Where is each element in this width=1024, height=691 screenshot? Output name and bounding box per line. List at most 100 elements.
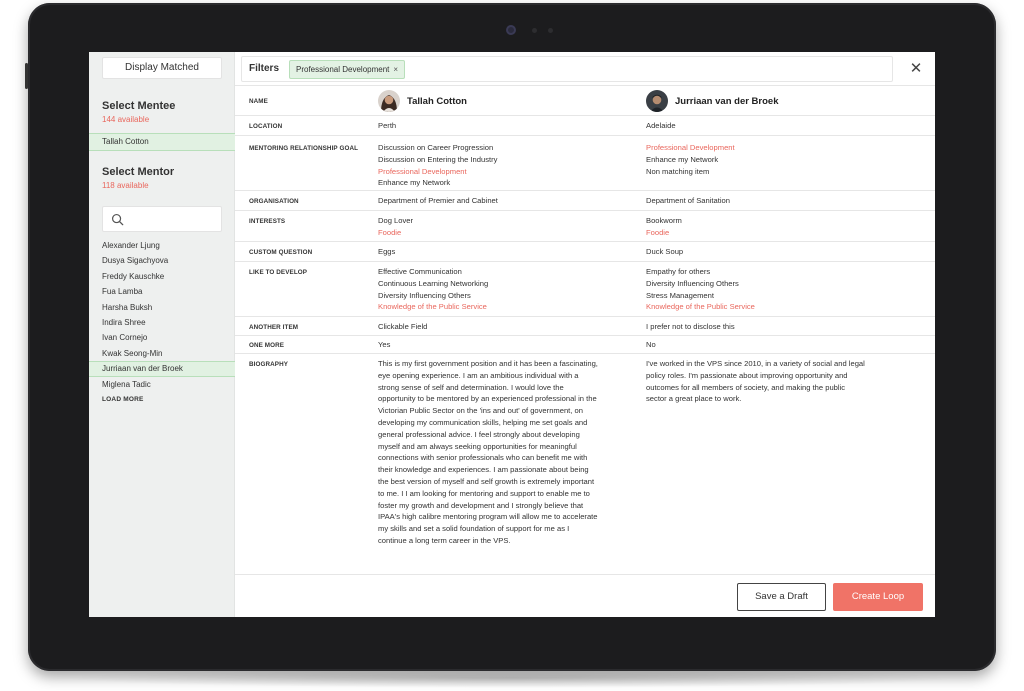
mentor-list-item[interactable]: Jurriaan van der Broek	[89, 361, 235, 377]
mentor-list: Alexander Ljung Dusya Sigachyova Freddy Ka…	[89, 238, 235, 403]
cell-line: Non matching item	[646, 166, 710, 176]
mentor-custom-answer: Duck Soup	[646, 247, 684, 256]
cell-line: Knowledge of the Public Service	[378, 302, 487, 312]
row-label: CUSTOM QUESTION	[249, 249, 313, 256]
cell-line: I've worked in the VPS since 2010, in a …	[646, 359, 865, 368]
row-another-item: ANOTHER ITEM Clickable Field I prefer no…	[235, 317, 935, 336]
mentor-name-cell[interactable]: Jurriaan van der Broek	[646, 90, 779, 112]
avatar	[646, 90, 668, 112]
cell-line: eye opening experience. I am an ambitiou…	[378, 370, 579, 380]
cell-line: Dog Lover	[378, 216, 414, 225]
mentor-name: Jurriaan van der Broek	[675, 95, 779, 107]
mentor-another-item: I prefer not to disclose this	[646, 322, 735, 331]
comparison-table: NAME Tallah Cotton Jurriaan van der Broe…	[235, 86, 935, 574]
cell-line: Foodie	[378, 227, 402, 237]
row-label: INTERESTS	[249, 218, 286, 225]
cell-line: Professional Development	[378, 166, 467, 176]
mentor-list-item[interactable]: Indira Shree	[89, 315, 235, 330]
mentor-one-more: No	[646, 340, 656, 349]
mentor-list-item[interactable]: Ivan Cornejo	[89, 330, 235, 345]
mentee-another-item[interactable]: Clickable Field	[378, 321, 636, 333]
filter-chip-label: Professional Development	[296, 65, 390, 74]
create-loop-button[interactable]: Create Loop	[833, 583, 923, 611]
sensor-dot	[548, 28, 553, 33]
load-more-button[interactable]: LOAD MORE	[89, 396, 235, 403]
action-footer: Save a Draft Create Loop	[235, 574, 935, 617]
mentee-interests: Dog Lover Foodie	[378, 215, 636, 239]
cell-line: general professional advice. I feel stro…	[378, 429, 580, 439]
row-label: BIOGRAPHY	[249, 361, 289, 368]
cell-line: Foodie	[646, 227, 670, 237]
cell-line: Diversity Influencing Others	[646, 278, 739, 288]
filter-bar[interactable]: Filters Professional Development ×	[241, 56, 893, 82]
cell-line: Enhance my Network	[378, 178, 451, 188]
chip-remove-icon[interactable]: ×	[393, 65, 398, 74]
save-draft-button[interactable]: Save a Draft	[737, 583, 826, 611]
row-label: ONE MORE	[249, 342, 285, 349]
tablet-shadow	[60, 668, 960, 688]
row-custom-question: CUSTOM QUESTION Eggs Duck Soup	[235, 242, 935, 262]
mentor-search-input[interactable]	[129, 211, 217, 227]
mentee-name: Tallah Cotton	[407, 95, 467, 107]
row-one-more: ONE MORE Yes No	[235, 336, 935, 354]
camera-icon	[506, 25, 516, 35]
cell-line: Effective Communication	[378, 267, 462, 276]
filters-label: Filters	[249, 63, 280, 74]
row-label: NAME	[249, 98, 268, 105]
filter-chip[interactable]: Professional Development ×	[289, 60, 406, 79]
row-label: MENTORING RELATIONSHIP GOAL	[249, 145, 359, 152]
app-screen: Display Matched Select Mentee 144 availa…	[89, 52, 935, 617]
mentee-available-count: 144 available	[102, 115, 150, 124]
cell-line: Empathy for others	[646, 267, 711, 276]
cell-line: continue a long term career in the VPS.	[378, 535, 511, 545]
close-icon[interactable]: ✕	[907, 60, 925, 78]
cell-line: Discussion on Entering the Industry	[378, 154, 498, 164]
row-label: ANOTHER ITEM	[249, 324, 299, 331]
mentor-biography: I've worked in the VPS since 2010, in a …	[646, 358, 926, 405]
cell-line: Discussion on Career Progression	[378, 143, 494, 152]
mentee-custom-answer: Eggs	[378, 247, 396, 256]
row-label: LIKE TO DEVELOP	[249, 269, 308, 276]
mentee-name-cell[interactable]: Tallah Cotton	[378, 90, 467, 112]
cell-line: strong sense of self and determination. …	[378, 382, 564, 392]
select-mentee-title: Select Mentee	[102, 100, 176, 112]
mentee-one-more: Yes	[378, 340, 391, 349]
cell-line: the best version of myself and self grow…	[378, 476, 595, 486]
display-matched-button[interactable]: Display Matched	[102, 57, 222, 79]
cell-line: outcomes for all members of society, and…	[646, 382, 846, 392]
row-biography: BIOGRAPHY This is my first government po…	[235, 354, 935, 574]
avatar	[378, 90, 400, 112]
row-location: LOCATION Perth Adelaide	[235, 116, 935, 136]
mentor-search-box[interactable]	[102, 206, 222, 232]
mentor-location: Adelaide	[646, 121, 676, 130]
cell-line: Victorian Public Sector on the 'ins and …	[378, 406, 583, 416]
search-icon	[111, 213, 124, 226]
cell-line: Knowledge of the Public Service	[646, 302, 755, 312]
cell-line: Continuous Learning Networking	[378, 278, 489, 288]
volume-button	[25, 63, 28, 89]
mentor-list-item[interactable]: Freddy Kauschke	[89, 269, 235, 284]
cell-line: foster my growth and development and I s…	[378, 500, 584, 510]
mentor-list-item[interactable]: Dusya Sigachyova	[89, 253, 235, 268]
mentor-list-item[interactable]: Kwak Seong-Min	[89, 346, 235, 361]
filter-header: Filters Professional Development × ✕	[235, 52, 935, 86]
row-name: NAME Tallah Cotton Jurriaan van der Broe…	[235, 86, 935, 116]
row-label: LOCATION	[249, 123, 283, 130]
mentor-organisation: Department of Sanitation	[646, 196, 731, 205]
cell-line: to me. I I am looking for mentoring and …	[378, 488, 590, 498]
mentor-list-item[interactable]: Harsha Buksh	[89, 300, 235, 315]
mentor-list-item[interactable]: Fua Lamba	[89, 284, 235, 299]
cell-line: myself and am always seeking opportuniti…	[378, 441, 577, 451]
select-mentor-title: Select Mentor	[102, 166, 175, 178]
mentor-available-count: 118 available	[102, 181, 149, 190]
row-goal: MENTORING RELATIONSHIP GOAL Discussion o…	[235, 136, 935, 191]
sensor-dot	[532, 28, 537, 33]
mentor-list-item[interactable]: Alexander Ljung	[89, 238, 235, 253]
mentor-list-item[interactable]: Miglena Tadic	[89, 377, 235, 392]
cell-line: their knowledge and experiences. I am pa…	[378, 465, 589, 475]
mentee-goals: Discussion on Career Progression Discussi…	[378, 142, 636, 189]
cell-line: Professional Development	[646, 143, 735, 152]
cell-line: Diversity Influencing Others	[378, 290, 471, 300]
selected-mentee-item[interactable]: Tallah Cotton	[89, 133, 235, 151]
sidebar: Display Matched Select Mentee 144 availa…	[89, 52, 235, 617]
